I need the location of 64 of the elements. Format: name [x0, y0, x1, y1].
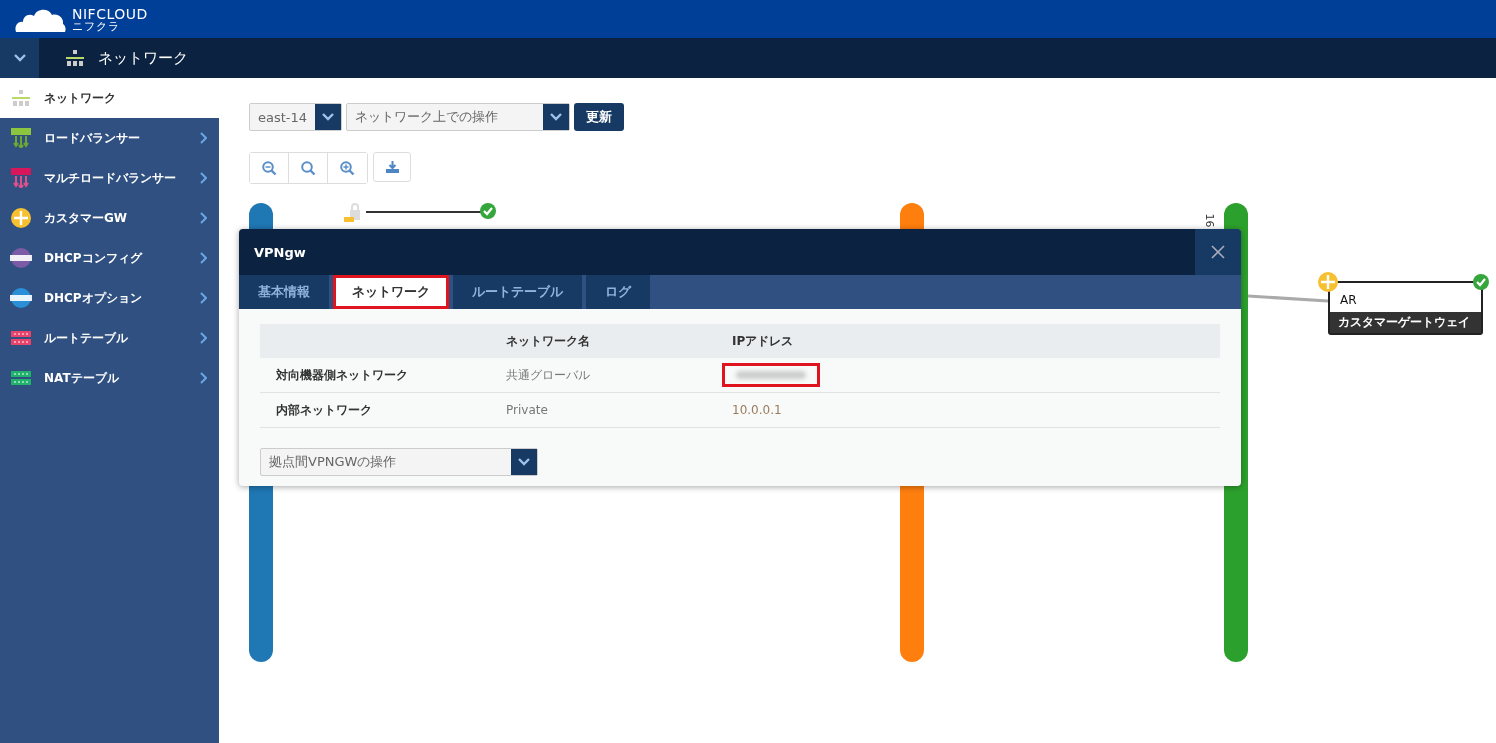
chevron-down-icon: [518, 458, 530, 466]
refresh-button[interactable]: 更新: [574, 103, 625, 131]
tab[interactable]: ルートテーブル: [453, 275, 582, 309]
node-type: カスタマーゲートウェイ: [1330, 312, 1481, 333]
status-ok-icon: [1473, 274, 1489, 290]
zoom-out-button[interactable]: [250, 153, 289, 183]
chevron-right-icon: [200, 132, 207, 144]
zone-select[interactable]: east-14: [249, 103, 343, 131]
sidebar-item[interactable]: ルートテーブル: [0, 318, 219, 358]
chevron-down-icon: [13, 54, 26, 62]
tab[interactable]: 基本情報: [239, 275, 329, 309]
popup-title: VPNgw: [254, 244, 306, 260]
chevron-right-icon: [200, 292, 207, 304]
sidebar-item[interactable]: マルチロードバランサー: [0, 158, 219, 198]
table-cell: 内部ネットワーク: [260, 392, 490, 428]
gateway-node[interactable]: AR カスタマーゲートウェイ: [1328, 281, 1483, 335]
gateway-icon: [11, 208, 31, 228]
tab[interactable]: ログ: [586, 275, 650, 309]
action-select[interactable]: 拠点間VPNGWの操作: [260, 448, 538, 476]
logo-subtitle: ニフクラ: [72, 20, 121, 32]
sidebar-item[interactable]: ネットワーク: [0, 78, 219, 118]
sidebar-item[interactable]: DHCPオプション: [0, 278, 219, 318]
network-icon: [66, 50, 84, 66]
chevron-down-icon: [550, 113, 563, 121]
table-cell: 対向機器側ネットワーク: [260, 358, 490, 393]
operation-select[interactable]: ネットワーク上での操作: [346, 103, 571, 131]
node-name: AR: [1339, 292, 1358, 309]
network-label: 16: [1202, 213, 1216, 228]
close-icon: [1211, 245, 1225, 259]
table-cell: Private: [490, 392, 716, 428]
load-balancer-icon: [11, 168, 31, 188]
network-icon: [12, 90, 30, 106]
table-cell: 共通グローバル: [490, 358, 716, 393]
table-icon: [11, 331, 31, 345]
dhcp-icon: [10, 288, 32, 308]
chevron-right-icon: [200, 332, 207, 344]
menu-toggle-button[interactable]: [0, 38, 39, 78]
lock-icon: [344, 203, 360, 222]
chevron-right-icon: [200, 372, 207, 384]
sidebar-item[interactable]: カスタマーGW: [0, 198, 219, 238]
zoom-in-icon: [340, 160, 355, 176]
dhcp-icon: [10, 248, 32, 268]
chevron-right-icon: [200, 212, 207, 224]
logo-text: NIFCLOUD: [72, 6, 148, 21]
column-header: IPアドレス: [716, 324, 1220, 358]
table-cell: 10.0.0.1: [732, 403, 782, 417]
column-header: ネットワーク名: [490, 324, 716, 358]
chevron-down-icon: [322, 113, 335, 121]
search-icon: [300, 160, 316, 176]
table-icon: [11, 371, 31, 385]
sidebar-item[interactable]: DHCPコンフィグ: [0, 238, 219, 278]
zoom-out-icon: [261, 160, 277, 176]
move-icon[interactable]: [1318, 272, 1338, 292]
sidebar-item[interactable]: ロードバランサー: [0, 118, 219, 158]
page-title: ネットワーク: [98, 48, 188, 68]
status-ok-icon: [480, 203, 496, 219]
chevron-right-icon: [200, 172, 207, 184]
download-icon: [385, 161, 399, 173]
chevron-right-icon: [200, 252, 207, 264]
download-button[interactable]: [373, 152, 411, 182]
load-balancer-icon: [11, 128, 31, 148]
sidebar-item[interactable]: NATテーブル: [0, 358, 219, 398]
tab[interactable]: ネットワーク: [333, 275, 449, 309]
close-button[interactable]: [1195, 229, 1241, 275]
